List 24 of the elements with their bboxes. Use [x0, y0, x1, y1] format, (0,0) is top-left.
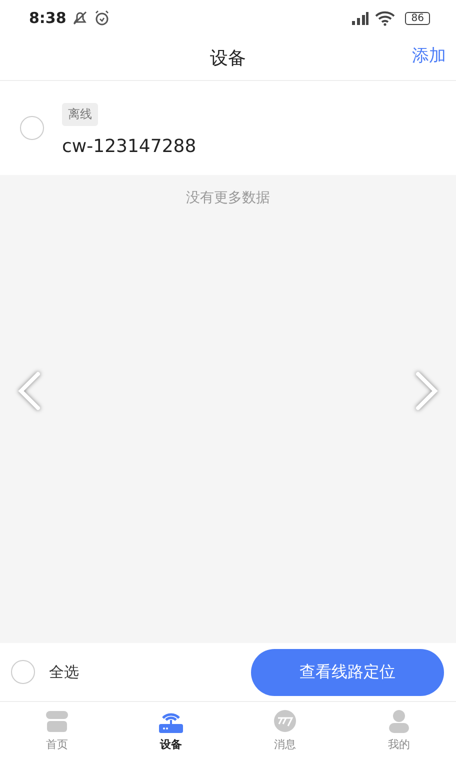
status-tag: 离线 [62, 103, 98, 126]
device-checkbox[interactable] [20, 116, 44, 140]
add-link[interactable]: 添加 [412, 44, 446, 67]
page-title: 设备 [210, 47, 246, 70]
nav-tab[interactable]: 消息 [228, 702, 342, 758]
user-icon [386, 708, 412, 732]
signal-icon [351, 11, 370, 25]
shop-icon [44, 708, 70, 732]
chevron-left-icon[interactable] [16, 371, 42, 411]
status-time: 8:38 [29, 9, 66, 27]
battery-level: 86 [405, 12, 430, 24]
select-all-checkbox[interactable] [11, 660, 35, 684]
select-all-label: 全选 [49, 662, 80, 682]
list-end-text: 没有更多数据 [186, 189, 270, 208]
device-name: cw-123147288 [62, 136, 196, 157]
wifi-icon [375, 10, 396, 26]
alarm-icon [94, 10, 110, 26]
chevron-right-icon[interactable] [414, 371, 440, 411]
view-route-button[interactable]: 查看线路定位 [251, 648, 444, 696]
message-icon [272, 708, 298, 732]
nav-tab[interactable]: 我的 [342, 702, 456, 758]
nav-tab[interactable]: 设备 [114, 702, 228, 758]
nav-tab[interactable]: 首页 [0, 702, 114, 758]
bell-off-icon [72, 10, 88, 26]
